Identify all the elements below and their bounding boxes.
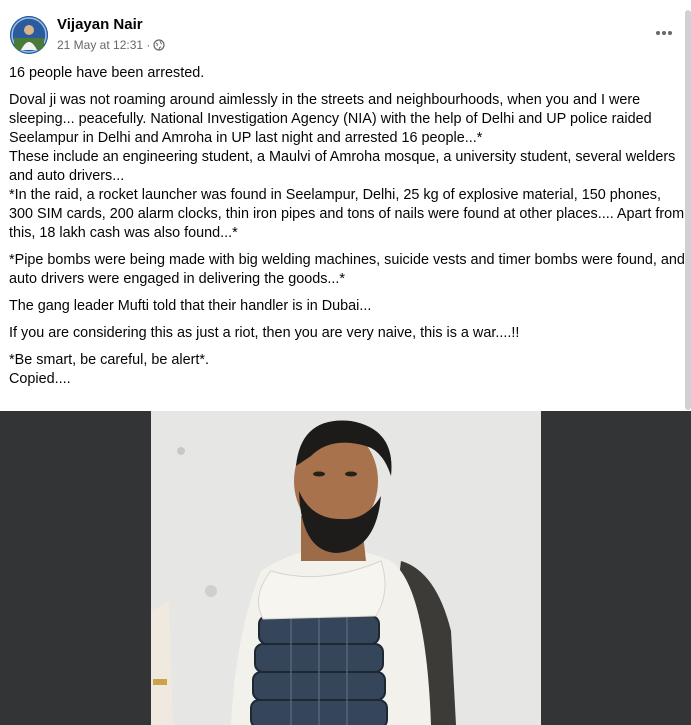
post-text: 16 people have been arrested. Doval ji w… [9, 64, 685, 397]
scrollbar[interactable] [685, 10, 691, 410]
post-timestamp[interactable]: 21 May at 12:31 · [57, 38, 150, 52]
facebook-post: Vijayan Nair 21 May at 12:31 · 16 people… [0, 0, 691, 725]
post-meta: 21 May at 12:31 · [57, 38, 165, 52]
post-paragraph: The gang leader Mufti told that their ha… [9, 298, 372, 314]
post-photo[interactable] [151, 411, 541, 725]
post-paragraph: If you are considering this as just a ri… [9, 325, 520, 341]
avatar[interactable] [10, 16, 48, 54]
post-paragraph: *Be smart, be careful, be alert*. Copied… [9, 352, 209, 387]
author-name[interactable]: Vijayan Nair [57, 16, 143, 33]
post-paragraph: Doval ji was not roaming around aimlessl… [9, 92, 685, 241]
photo-man-vest-illustration [151, 411, 541, 725]
globe-icon [153, 39, 165, 51]
post-paragraph: 16 people have been arrested. [9, 65, 205, 81]
post-paragraph: *Pipe bombs were being made with big wel… [9, 252, 685, 287]
more-dots-icon[interactable] [653, 22, 675, 44]
post-photo-container[interactable] [0, 411, 691, 725]
post-header: Vijayan Nair 21 May at 12:31 · [0, 0, 691, 62]
avatar-image [10, 16, 48, 54]
